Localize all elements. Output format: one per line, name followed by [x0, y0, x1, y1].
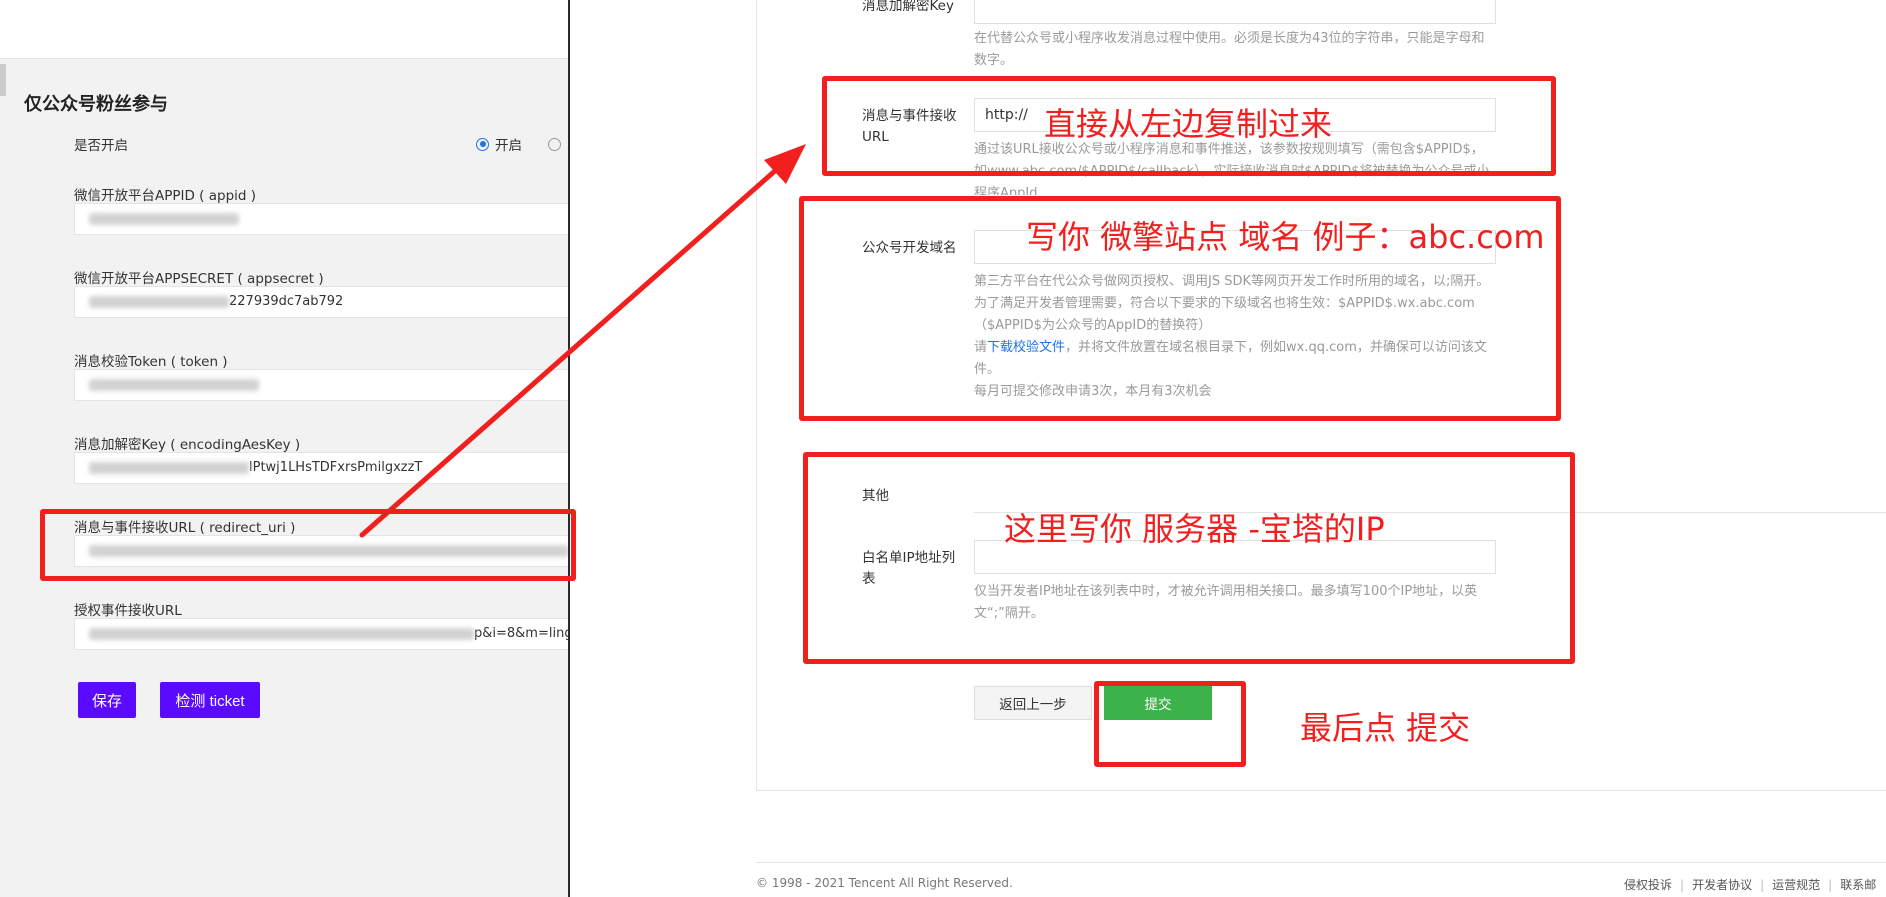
key-hint: 在代替公众号或小程序收发消息过程中使用。必须是长度为43位的字符串，只能是字母和… [974, 31, 1485, 68]
footer-copyright: © 1998 - 2021 Tencent All Right Reserved… [756, 876, 1013, 890]
key-input[interactable] [974, 0, 1496, 24]
footer-divider [756, 862, 1886, 863]
highlight-left-redirect-uri [40, 509, 576, 581]
key-label: 消息加解密Key [862, 0, 954, 14]
footer-link-rules[interactable]: 运营规范 [1772, 878, 1820, 892]
footer-links: 侵权投诉 | 开发者协议 | 运营规范 | 联系邮 [1624, 878, 1877, 892]
annotation-server-ip: 这里写你 服务器 -宝塔的IP [1004, 510, 1385, 548]
back-button[interactable]: 返回上一步 [974, 686, 1092, 720]
annotation-finally-submit: 最后点 提交 [1300, 709, 1471, 747]
footer-link-agreement[interactable]: 开发者协议 [1692, 878, 1752, 892]
annotation-domain-example: 写你 微擎站点 域名 例子：abc.com [1026, 218, 1545, 256]
highlight-submit [1094, 681, 1246, 767]
annotation-copy-from-left: 直接从左边复制过来 [1044, 105, 1333, 143]
footer-link-complaint[interactable]: 侵权投诉 [1624, 878, 1672, 892]
highlight-whitelist [803, 452, 1575, 664]
footer-link-contact[interactable]: 联系邮 [1840, 878, 1876, 892]
